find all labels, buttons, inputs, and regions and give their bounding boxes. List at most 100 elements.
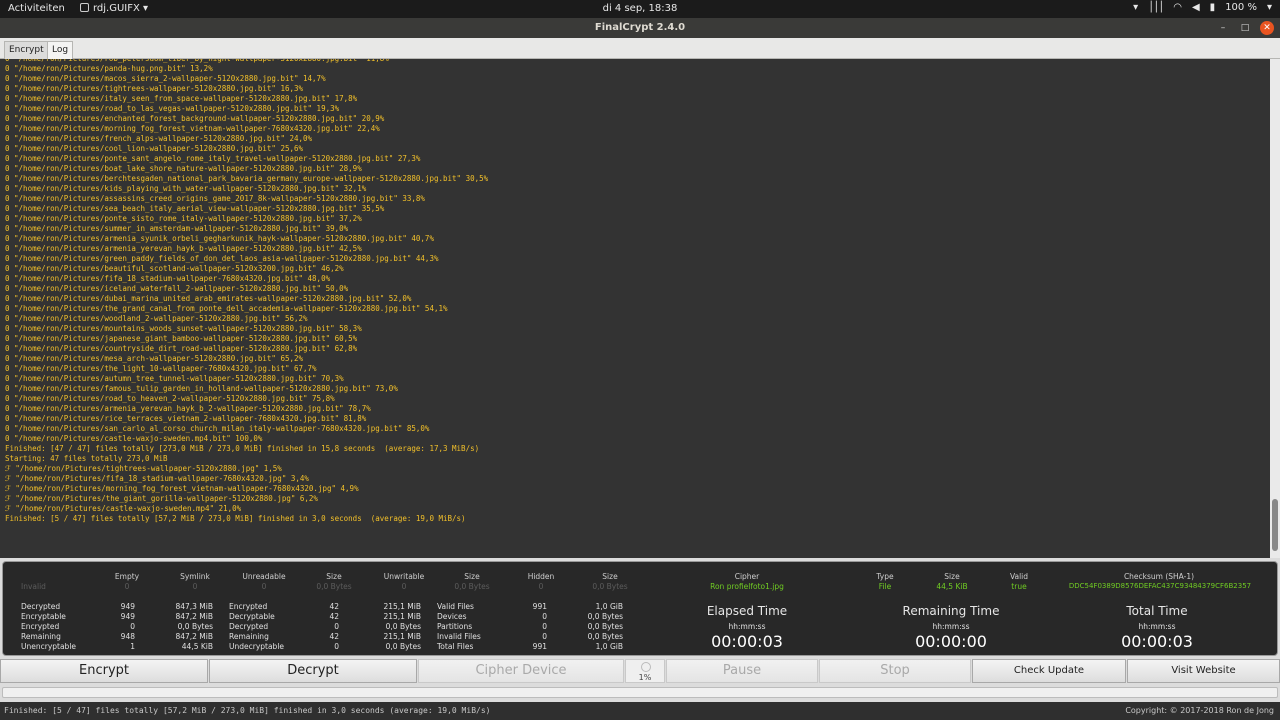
stat-size: 847,2 MiB bbox=[175, 612, 213, 621]
log-line: 0 "/home/ron/Pictures/panda-hug.png.bit"… bbox=[5, 64, 213, 73]
invalid-unreadable: 0 bbox=[261, 582, 267, 591]
cipher-device-button[interactable]: Cipher Device bbox=[418, 659, 624, 683]
log-line: 0 "/home/ron/Pictures/sea_beach_italy_ae… bbox=[5, 204, 385, 213]
tab-log[interactable]: Log bbox=[47, 41, 74, 59]
window-title: FinalCrypt 2.4.0 bbox=[594, 22, 686, 33]
wifi-icon: ◠ bbox=[1173, 2, 1182, 13]
app-menu[interactable]: rdj.GUIFX ▾ bbox=[80, 3, 148, 14]
log-line: ℱ "/home/ron/Pictures/morning_fog_forest… bbox=[5, 484, 359, 493]
header-unwritable: Unwritable bbox=[383, 572, 425, 581]
log-line: Finished: [5 / 47] files totally [57,2 M… bbox=[5, 514, 466, 523]
stat-size: 215,1 MiB bbox=[383, 602, 421, 611]
stop-button[interactable]: Stop bbox=[819, 659, 971, 683]
log-line: 0 "/home/ron/Pictures/cool_lion-wallpape… bbox=[5, 144, 304, 153]
total-time-format: hh:mm:ss bbox=[1138, 622, 1176, 631]
tab-encrypt[interactable]: Encrypt bbox=[4, 41, 49, 59]
maximize-button[interactable]: □ bbox=[1238, 21, 1252, 35]
stat-size: 0,0 Bytes bbox=[587, 622, 623, 631]
log-line: 0 "/home/ron/Pictures/morning_fog_forest… bbox=[5, 124, 380, 133]
stat-count: 0 bbox=[542, 632, 547, 641]
tab-bar: Encrypt Log bbox=[0, 38, 1280, 59]
log-line: 0 "/home/ron/Pictures/woodland_2-wallpap… bbox=[5, 314, 308, 323]
header-unreadable: Unreadable bbox=[242, 572, 286, 581]
volume-icon: ◀ bbox=[1191, 2, 1200, 13]
cipher-checksum: DDC54F0389D8576DEFAC437C93484379CF6B2357 bbox=[1068, 582, 1252, 590]
invalid-size-2: 0,0 Bytes bbox=[454, 582, 490, 591]
log-line: ℱ "/home/ron/Pictures/the_giant_gorilla-… bbox=[5, 494, 318, 503]
cipher-file-name: Ron profielfoto1.jpg bbox=[710, 582, 784, 591]
stat-size: 0,0 Bytes bbox=[385, 642, 421, 651]
stat-size: 44,5 KiB bbox=[181, 642, 213, 651]
stat-size: 0,0 Bytes bbox=[587, 632, 623, 641]
log-line: 0 "/home/ron/Pictures/kids_playing_with_… bbox=[5, 184, 367, 193]
progress-percent: 1% bbox=[638, 673, 652, 682]
log-text: 0 "/home/ron/Pictures/rob_petersdom_tibe… bbox=[0, 59, 1270, 524]
copyright-text: Copyright: © 2017-2018 Ron de Jong bbox=[1125, 706, 1274, 715]
stat-count: 949 bbox=[120, 602, 135, 611]
log-line: 0 "/home/ron/Pictures/tightrees-wallpape… bbox=[5, 84, 304, 93]
elapsed-time-title: Elapsed Time bbox=[706, 604, 788, 618]
chevron-down-icon[interactable]: ▾ bbox=[1267, 2, 1272, 13]
log-line: 0 "/home/ron/Pictures/the_light_10-wallp… bbox=[5, 364, 317, 373]
minimize-button[interactable]: – bbox=[1216, 21, 1230, 35]
window-title-bar[interactable]: FinalCrypt 2.4.0 – □ ✕ bbox=[0, 18, 1280, 38]
log-scrollbar[interactable] bbox=[1270, 59, 1280, 558]
system-top-bar: Activiteiten rdj.GUIFX ▾ di 4 sep, 18:38… bbox=[0, 0, 1280, 18]
decrypt-button[interactable]: Decrypt bbox=[209, 659, 417, 683]
dropdown-arrow-icon[interactable]: ▾ bbox=[1133, 2, 1138, 13]
log-line: 0 "/home/ron/Pictures/armenia_yerevan_ha… bbox=[5, 244, 362, 253]
stat-size: 215,1 MiB bbox=[383, 612, 421, 621]
stat-size: 215,1 MiB bbox=[383, 632, 421, 641]
status-message: Finished: [5 / 47] files totally [57,2 M… bbox=[4, 706, 491, 715]
pause-button[interactable]: Pause bbox=[666, 659, 818, 683]
stat-label: Decrypted bbox=[229, 622, 269, 631]
log-line: 0 "/home/ron/Pictures/san_carlo_al_corso… bbox=[5, 424, 430, 433]
log-line: 0 "/home/ron/Pictures/macos_sierra_2-wal… bbox=[5, 74, 326, 83]
stat-label: Decrypted bbox=[21, 602, 61, 611]
stat-count: 948 bbox=[120, 632, 135, 641]
log-line: Finished: [47 / 47] files totally [273,0… bbox=[5, 444, 480, 453]
log-line: 0 "/home/ron/Pictures/beautiful_scotland… bbox=[5, 264, 344, 273]
size-header: Size bbox=[944, 572, 960, 581]
log-line: 0 "/home/ron/Pictures/road_to_las_vegas-… bbox=[5, 104, 340, 113]
log-line: 0 "/home/ron/Pictures/mesa_arch-wallpape… bbox=[5, 354, 304, 363]
header-symlink: Symlink bbox=[180, 572, 210, 581]
log-line: 0 "/home/ron/Pictures/rice_terraces_viet… bbox=[5, 414, 367, 423]
system-tray[interactable]: ▾ │││ ◠ ◀ ▮ 100 % ▾ bbox=[1133, 2, 1272, 13]
stats-table: Empty Symlink Unreadable Size Unwritable… bbox=[2, 561, 1278, 656]
log-line: 0 "/home/ron/Pictures/mountains_woods_su… bbox=[5, 324, 362, 333]
scrollbar-thumb[interactable] bbox=[1272, 499, 1278, 551]
stat-label: Invalid Files bbox=[437, 632, 481, 641]
visit-website-button[interactable]: Visit Website bbox=[1127, 659, 1280, 683]
clock[interactable]: di 4 sep, 18:38 bbox=[0, 3, 1280, 14]
log-line: 0 "/home/ron/Pictures/berchtesgaden_nati… bbox=[5, 174, 489, 183]
stat-count: 0 bbox=[334, 642, 339, 651]
app-icon bbox=[80, 3, 89, 12]
type-header: Type bbox=[876, 572, 894, 581]
stat-label: Remaining bbox=[229, 632, 269, 641]
log-line: ℱ "/home/ron/Pictures/fifa_18_stadium-wa… bbox=[5, 474, 309, 483]
activities-button[interactable]: Activiteiten bbox=[8, 3, 65, 14]
check-update-button[interactable]: Check Update bbox=[972, 659, 1126, 683]
log-line: 0 "/home/ron/Pictures/road_to_heaven_2-w… bbox=[5, 394, 335, 403]
total-time-value: 00:00:03 bbox=[1121, 632, 1193, 651]
close-button[interactable]: ✕ bbox=[1260, 21, 1274, 35]
stat-label: Total Files bbox=[437, 642, 474, 651]
valid-header: Valid bbox=[1009, 572, 1029, 581]
stat-count: 42 bbox=[329, 602, 339, 611]
log-view[interactable]: 0 "/home/ron/Pictures/rob_petersdom_tibe… bbox=[0, 59, 1270, 558]
stat-count: 0 bbox=[542, 622, 547, 631]
encrypt-button[interactable]: Encrypt bbox=[0, 659, 208, 683]
log-line: Starting: 47 files totally 273,0 MiB bbox=[5, 454, 168, 463]
log-line: 0 "/home/ron/Pictures/enchanted_forest_b… bbox=[5, 114, 385, 123]
stat-count: 0 bbox=[334, 622, 339, 631]
stat-count: 991 bbox=[532, 602, 547, 611]
remaining-time-value: 00:00:00 bbox=[915, 632, 987, 651]
log-line: 0 "/home/ron/Pictures/armenia_yerevan_ha… bbox=[5, 404, 371, 413]
invalid-size-3: 0,0 Bytes bbox=[592, 582, 628, 591]
stat-label: Decryptable bbox=[229, 612, 275, 621]
stat-label: Valid Files bbox=[437, 602, 474, 611]
log-line: 0 "/home/ron/Pictures/fifa_18_stadium-wa… bbox=[5, 274, 331, 283]
progress-track bbox=[2, 687, 1278, 698]
stat-label: Remaining bbox=[21, 632, 61, 641]
